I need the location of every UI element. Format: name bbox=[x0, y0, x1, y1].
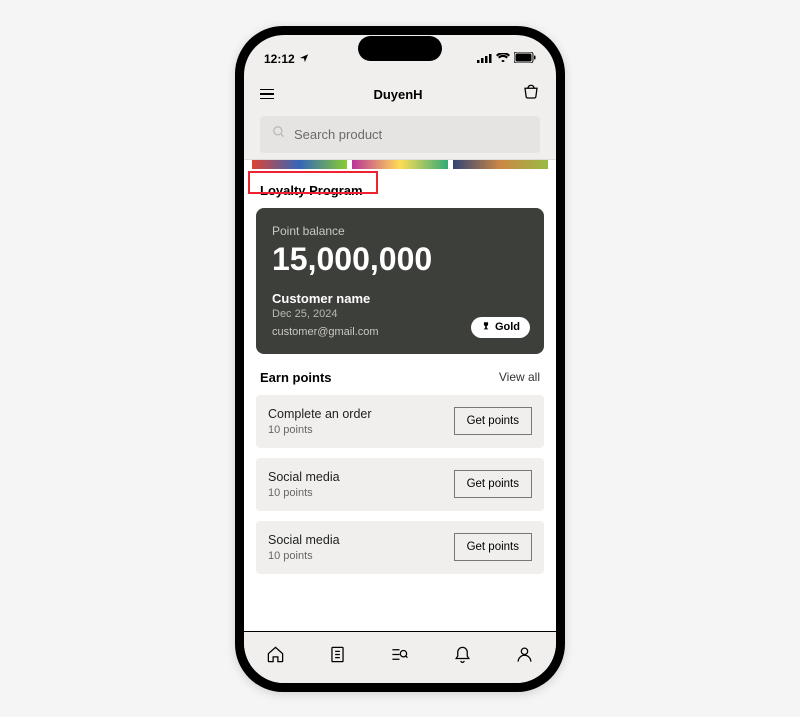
earn-item: Social media 10 points Get points bbox=[256, 458, 544, 511]
banner-strip bbox=[244, 160, 556, 169]
earn-item-points: 10 points bbox=[268, 487, 340, 499]
earn-item-name: Social media bbox=[268, 470, 340, 484]
tier-badge: Gold bbox=[471, 317, 530, 338]
menu-icon[interactable] bbox=[260, 89, 274, 100]
get-points-button[interactable]: Get points bbox=[454, 533, 532, 561]
bottom-nav bbox=[244, 631, 556, 683]
earn-item-points: 10 points bbox=[268, 550, 340, 562]
battery-icon bbox=[514, 52, 536, 66]
get-points-button[interactable]: Get points bbox=[454, 470, 532, 498]
header-title: DuyenH bbox=[373, 87, 422, 102]
status-time: 12:12 bbox=[264, 52, 295, 66]
get-points-button[interactable]: Get points bbox=[454, 407, 532, 435]
point-balance-label: Point balance bbox=[272, 224, 528, 238]
nav-home[interactable] bbox=[266, 645, 285, 669]
earn-points-title: Earn points bbox=[260, 370, 332, 385]
status-icons bbox=[477, 52, 536, 66]
trophy-icon bbox=[481, 321, 491, 334]
view-all-link[interactable]: View all bbox=[499, 370, 540, 384]
loyalty-card: Point balance 15,000,000 Customer name D… bbox=[256, 208, 544, 354]
earn-item: Social media 10 points Get points bbox=[256, 521, 544, 574]
tier-label: Gold bbox=[495, 321, 520, 333]
earn-item-points: 10 points bbox=[268, 424, 372, 436]
content-area: Loyalty Program Point balance 15,000,000… bbox=[244, 159, 556, 631]
earn-item-name: Social media bbox=[268, 533, 340, 547]
app-header: DuyenH bbox=[244, 75, 556, 114]
nav-search[interactable] bbox=[390, 645, 409, 669]
nav-orders[interactable] bbox=[328, 645, 347, 669]
phone-frame: 12:12 DuyenH bbox=[235, 26, 565, 692]
earn-item: Complete an order 10 points Get points bbox=[256, 395, 544, 448]
nav-profile[interactable] bbox=[515, 645, 534, 669]
loyalty-section-title: Loyalty Program bbox=[244, 169, 379, 208]
nav-notifications[interactable] bbox=[453, 645, 472, 669]
customer-name: Customer name bbox=[272, 291, 528, 306]
earn-item-name: Complete an order bbox=[268, 407, 372, 421]
screen: 12:12 DuyenH bbox=[244, 35, 556, 683]
search-icon bbox=[272, 125, 286, 144]
cart-icon[interactable] bbox=[522, 83, 540, 106]
earn-header: Earn points View all bbox=[244, 354, 556, 395]
point-balance-value: 15,000,000 bbox=[272, 242, 528, 277]
search-bar[interactable]: Search product bbox=[260, 116, 540, 153]
wifi-icon bbox=[496, 52, 510, 66]
location-icon bbox=[299, 52, 309, 66]
notch bbox=[358, 36, 442, 61]
search-placeholder: Search product bbox=[294, 127, 382, 142]
signal-icon bbox=[477, 52, 492, 66]
